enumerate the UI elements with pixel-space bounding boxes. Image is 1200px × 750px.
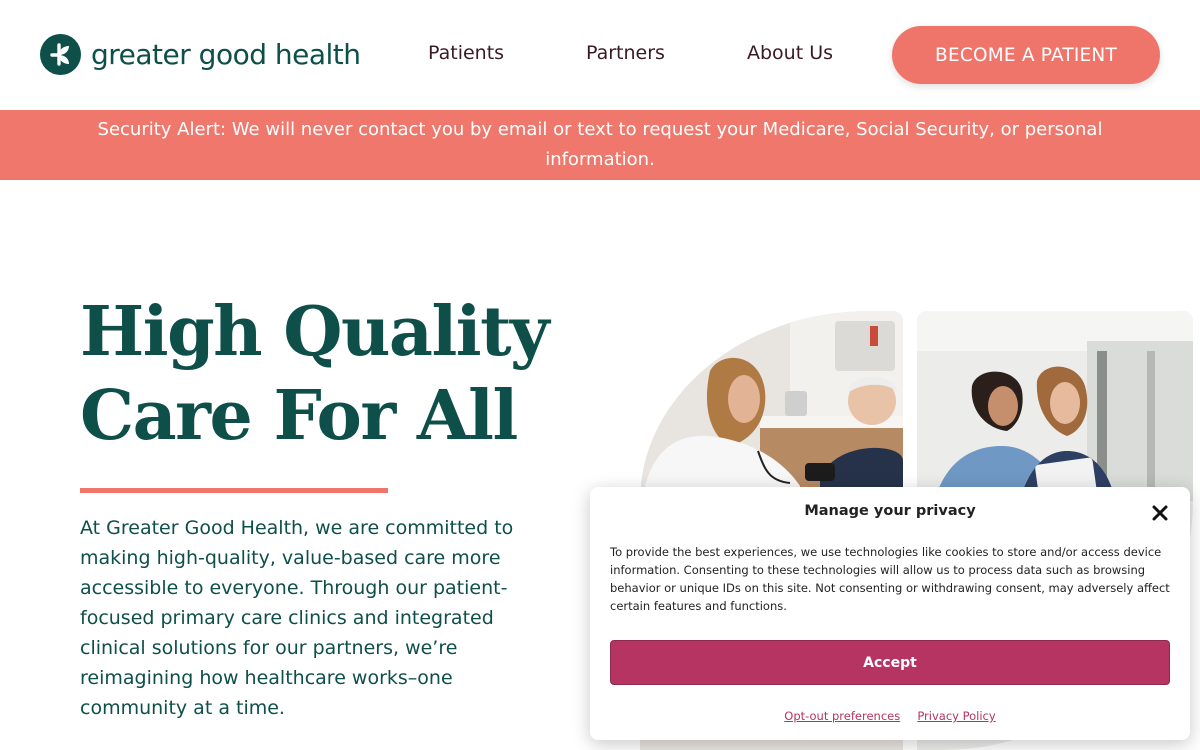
hero-body-text: At Greater Good Health, we are committed… [80,517,514,719]
privacy-policy-link[interactable]: Privacy Policy [917,709,995,723]
privacy-modal-title: Manage your privacy [804,503,976,519]
opt-out-preferences-link[interactable]: Opt-out preferences [784,709,900,723]
security-alert-banner: Security Alert: We will never contact yo… [0,110,1200,180]
hero-title-line-1: High Quality [80,292,550,372]
privacy-modal-text: To provide the best experiences, we use … [610,545,1170,613]
accept-button[interactable]: Accept [610,640,1170,685]
nav-patients[interactable]: Patients [428,42,504,64]
hero-divider [80,488,388,493]
logo-text: greater good health [91,38,361,71]
close-icon[interactable] [1150,503,1170,523]
nav-partners[interactable]: Partners [586,42,665,64]
privacy-modal-links: Opt-out preferences Privacy Policy [590,705,1190,724]
site-header: greater good health Patients Partners Ab… [0,0,1200,110]
logo[interactable]: greater good health [40,34,361,75]
nav-about-us[interactable]: About Us [747,42,833,64]
security-alert-text: Security Alert: We will never contact yo… [97,119,1103,170]
hero-title: High Quality Care For All [80,290,560,458]
hero-title-line-2: Care For All [80,376,518,456]
become-a-patient-button[interactable]: BECOME A PATIENT [892,26,1160,84]
logo-mark-icon [40,34,81,75]
privacy-modal: Manage your privacy To provide the best … [590,487,1190,740]
